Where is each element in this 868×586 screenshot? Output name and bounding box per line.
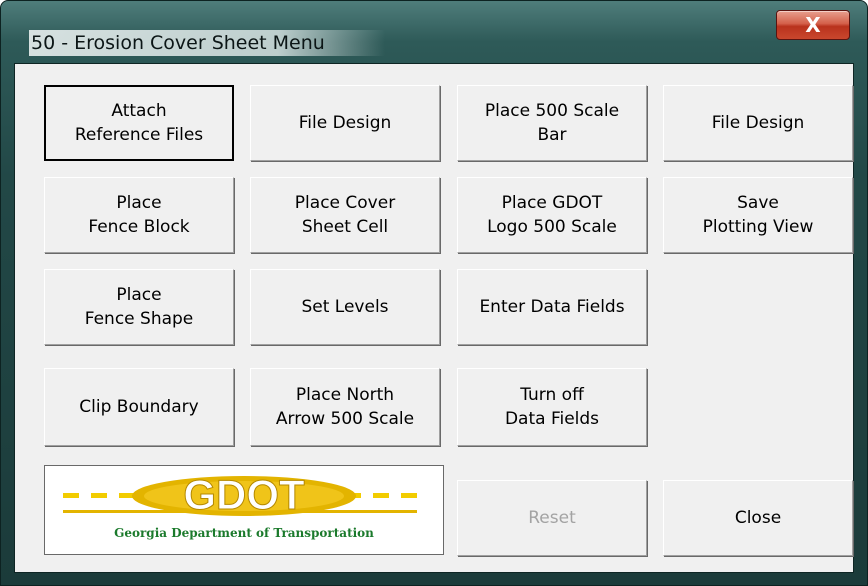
gdot-logo-panel: GDOT Georgia Department of Transportatio… xyxy=(44,465,444,555)
reset-button[interactable]: Reset xyxy=(457,480,647,556)
enter-data-fields-button[interactable]: Enter Data Fields xyxy=(457,269,647,345)
menu-panel: Attach Reference Files File Design Place… xyxy=(14,63,854,573)
file-design-button[interactable]: File Design xyxy=(250,85,440,161)
close-window-button[interactable]: X xyxy=(776,10,850,40)
set-levels-button[interactable]: Set Levels xyxy=(250,269,440,345)
place-gdot-logo-button[interactable]: Place GDOT Logo 500 Scale xyxy=(457,177,647,253)
gdot-logo-icon: GDOT xyxy=(63,471,417,519)
close-icon: X xyxy=(805,13,821,37)
logo-wordmark: GDOT xyxy=(183,471,305,518)
close-button[interactable]: Close xyxy=(663,480,853,556)
save-plotting-view-button[interactable]: Save Plotting View xyxy=(663,177,853,253)
file-design-button-2[interactable]: File Design xyxy=(663,85,853,161)
place-fence-shape-button[interactable]: Place Fence Shape xyxy=(44,269,234,345)
place-fence-block-button[interactable]: Place Fence Block xyxy=(44,177,234,253)
clip-boundary-button[interactable]: Clip Boundary xyxy=(44,368,234,446)
dialog-window: 50 - Erosion Cover Sheet Menu X Attach R… xyxy=(0,0,868,586)
logo-caption: Georgia Department of Transportation xyxy=(114,526,374,540)
turn-off-data-fields-button[interactable]: Turn off Data Fields xyxy=(457,368,647,446)
place-north-arrow-button[interactable]: Place North Arrow 500 Scale xyxy=(250,368,440,446)
title-bar[interactable]: 50 - Erosion Cover Sheet Menu X xyxy=(1,1,867,63)
attach-reference-files-button[interactable]: Attach Reference Files xyxy=(44,85,234,161)
window-title: 50 - Erosion Cover Sheet Menu xyxy=(29,30,385,56)
place-500-scale-bar-button[interactable]: Place 500 Scale Bar xyxy=(457,85,647,161)
place-cover-sheet-cell-button[interactable]: Place Cover Sheet Cell xyxy=(250,177,440,253)
